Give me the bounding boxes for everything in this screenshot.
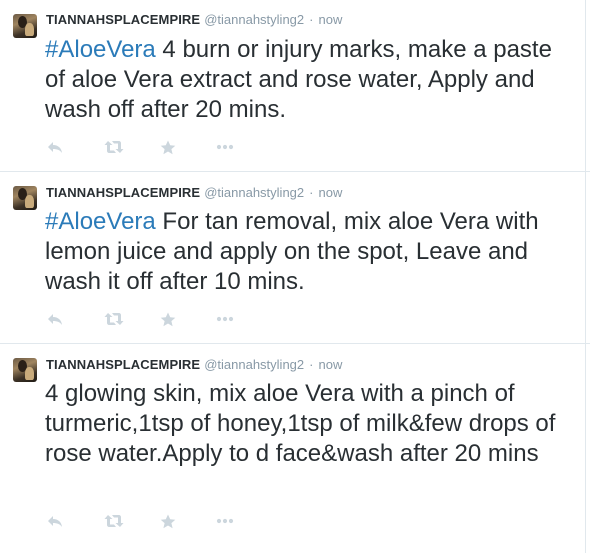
retweet-icon[interactable]: [104, 514, 124, 530]
more-icon[interactable]: [216, 514, 234, 530]
reply-icon[interactable]: [46, 312, 64, 328]
tweet-header: TIANNAHSPLACEMPIRE @tiannahstyling2 · now: [46, 357, 342, 373]
reply-icon[interactable]: [46, 514, 64, 530]
tweet-text: #AloeVera For tan removal, mix aloe Vera…: [45, 207, 570, 297]
timestamp[interactable]: now: [318, 12, 342, 27]
hashtag-link[interactable]: #AloeVera: [45, 36, 156, 63]
author-fullname[interactable]: TIANNAHSPLACEMPIRE: [46, 12, 200, 27]
avatar[interactable]: [13, 358, 37, 382]
tweet-header: TIANNAHSPLACEMPIRE @tiannahstyling2 · now: [46, 185, 342, 201]
tweet[interactable]: TIANNAHSPLACEMPIRE @tiannahstyling2 · now #…: [0, 0, 590, 172]
star-icon[interactable]: [160, 312, 176, 328]
separator-dot: ·: [309, 185, 314, 200]
timestamp[interactable]: now: [318, 185, 342, 200]
separator-dot: ·: [309, 12, 314, 27]
more-icon[interactable]: [216, 140, 234, 156]
retweet-icon[interactable]: [104, 140, 124, 156]
timestamp[interactable]: now: [318, 357, 342, 372]
tweet-body: 4 glowing skin, mix aloe Vera with a pin…: [45, 380, 556, 467]
avatar[interactable]: [13, 186, 37, 210]
timeline-border: [585, 0, 586, 553]
avatar[interactable]: [13, 14, 37, 38]
tweet[interactable]: TIANNAHSPLACEMPIRE @tiannahstyling2 · now #…: [0, 172, 590, 344]
star-icon[interactable]: [160, 514, 176, 530]
star-icon[interactable]: [160, 140, 176, 156]
retweet-icon[interactable]: [104, 312, 124, 328]
author-username[interactable]: @tiannahstyling2: [204, 357, 304, 372]
tweet[interactable]: TIANNAHSPLACEMPIRE @tiannahstyling2 · now 4…: [0, 344, 590, 553]
reply-icon[interactable]: [46, 140, 64, 156]
hashtag-link[interactable]: #AloeVera: [45, 208, 156, 235]
tweet-text: #AloeVera 4 burn or injury marks, make a…: [45, 35, 570, 125]
author-fullname[interactable]: TIANNAHSPLACEMPIRE: [46, 185, 200, 200]
separator-dot: ·: [309, 357, 314, 372]
author-username[interactable]: @tiannahstyling2: [204, 185, 304, 200]
author-username[interactable]: @tiannahstyling2: [204, 12, 304, 27]
more-icon[interactable]: [216, 312, 234, 328]
author-fullname[interactable]: TIANNAHSPLACEMPIRE: [46, 357, 200, 372]
tweet-header: TIANNAHSPLACEMPIRE @tiannahstyling2 · now: [46, 12, 342, 28]
tweet-text: 4 glowing skin, mix aloe Vera with a pin…: [45, 379, 570, 469]
timeline: TIANNAHSPLACEMPIRE @tiannahstyling2 · now #…: [0, 0, 590, 553]
